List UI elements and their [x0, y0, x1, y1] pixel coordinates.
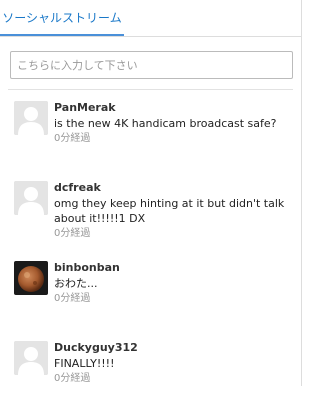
list-item: Duckyguy312 FINALLY!!!! 0分経過 — [0, 329, 302, 409]
default-avatar-icon[interactable] — [14, 341, 48, 375]
list-item: dcfreak omg they keep hinting at it but … — [0, 169, 302, 249]
post-body: dcfreak omg they keep hinting at it but … — [54, 180, 292, 241]
post-body: binbonban おわた... 0分経過 — [54, 260, 292, 306]
post-body: PanMerak is the new 4K handicam broadcas… — [54, 100, 292, 146]
post-message: omg they keep hinting at it but didn't t… — [54, 197, 285, 225]
post-time: 0分経過 — [54, 133, 91, 144]
post-time: 0分経過 — [54, 228, 91, 239]
default-avatar-icon[interactable] — [14, 181, 48, 215]
post-username[interactable]: Duckyguy312 — [54, 340, 292, 355]
post-username[interactable]: dcfreak — [54, 180, 292, 195]
social-stream-widget: ソーシャルストリーム PanMerak is the new 4K handic… — [0, 0, 302, 386]
list-item: binbonban おわた... 0分経過 — [0, 249, 302, 329]
tab-social-stream[interactable]: ソーシャルストリーム — [0, 0, 124, 36]
post-username[interactable]: PanMerak — [54, 100, 292, 115]
default-avatar-icon[interactable] — [14, 101, 48, 135]
post-time: 0分経過 — [54, 293, 91, 304]
comment-input[interactable] — [10, 51, 293, 79]
list-item: PanMerak is the new 4K handicam broadcas… — [0, 89, 302, 169]
stream-list: PanMerak is the new 4K handicam broadcas… — [0, 89, 302, 409]
search-area — [0, 37, 301, 89]
post-body: Duckyguy312 FINALLY!!!! 0分経過 — [54, 340, 292, 386]
tab-bar: ソーシャルストリーム — [0, 0, 301, 37]
post-message: おわた... — [54, 277, 98, 290]
post-message: is the new 4K handicam broadcast safe? — [54, 117, 277, 130]
post-time: 0分経過 — [54, 373, 91, 384]
post-username[interactable]: binbonban — [54, 260, 292, 275]
photo-avatar-icon[interactable] — [14, 261, 48, 295]
post-message: FINALLY!!!! — [54, 357, 115, 370]
